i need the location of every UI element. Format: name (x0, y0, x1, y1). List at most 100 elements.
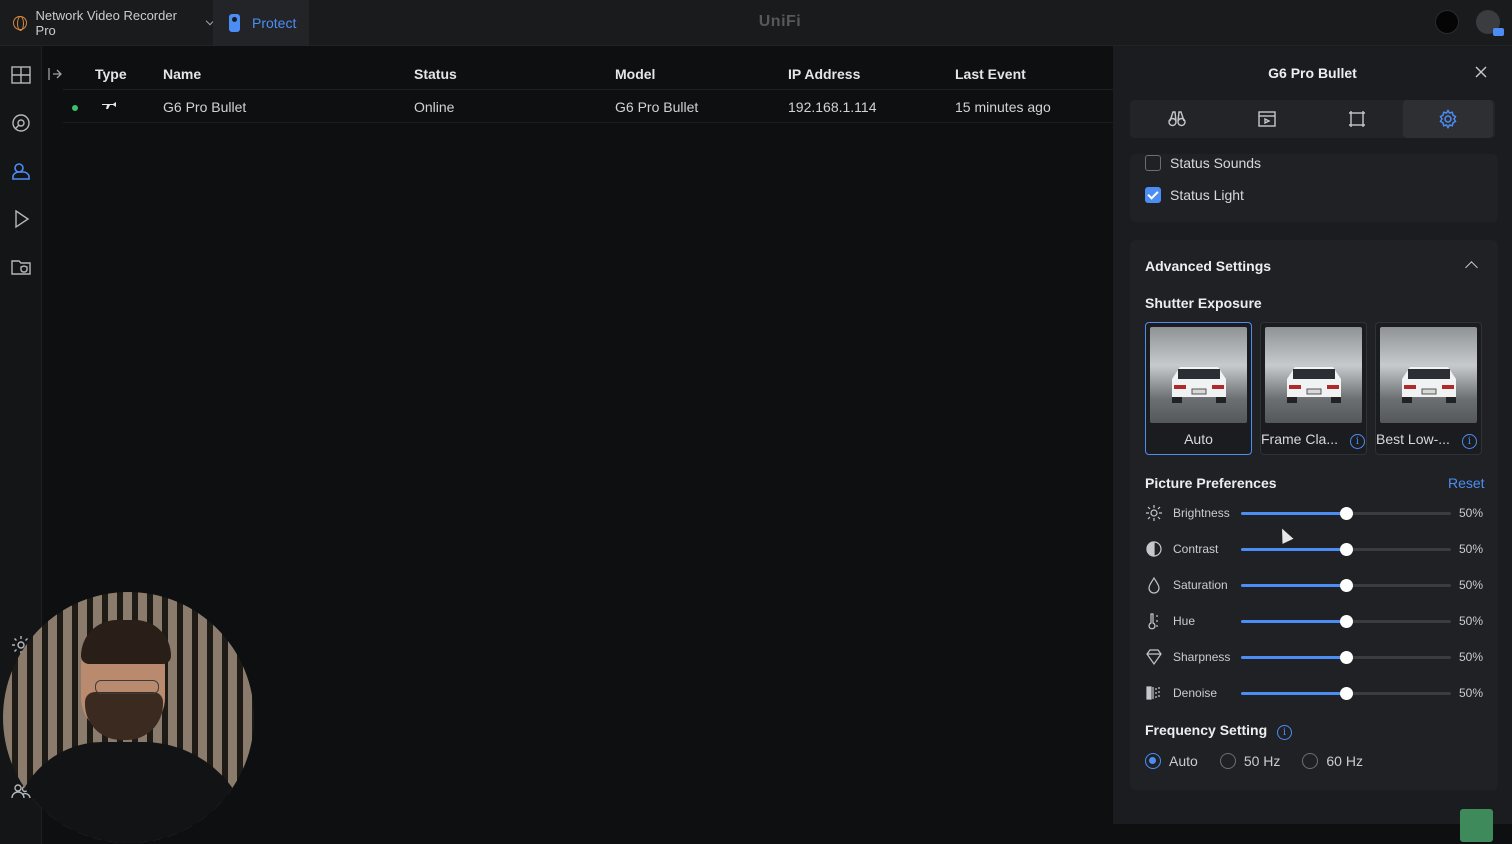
status-light-label: Status Light (1170, 187, 1244, 203)
saturation-icon (1145, 576, 1163, 594)
slider-handle[interactable] (1340, 543, 1353, 556)
badge-icon (1493, 28, 1504, 36)
top-bar: Network Video Recorder Pro Protect UniFi (0, 0, 1512, 46)
frame-icon (1349, 111, 1365, 127)
frequency-50hz-option[interactable]: 50 Hz (1219, 753, 1281, 769)
slider-label: Brightness (1173, 506, 1230, 520)
info-icon[interactable]: i (1461, 434, 1477, 449)
table-row[interactable]: G6 Pro Bullet Online G6 Pro Bullet 192.1… (63, 91, 1113, 123)
collapse-sidebar-icon[interactable] (47, 66, 63, 82)
slider-fill (1241, 584, 1346, 587)
status-sounds-option[interactable]: Status Sounds (1145, 155, 1261, 171)
frame-clarity-text: Frame Cla... (1261, 431, 1339, 447)
app-switcher[interactable]: Network Video Recorder Pro (0, 0, 215, 46)
slider-track[interactable] (1241, 507, 1451, 520)
frequency-50hz-label: 50 Hz (1243, 753, 1281, 769)
presenter-body (13, 742, 253, 843)
shutter-option-frame-clarity[interactable]: Frame Cla... i (1260, 322, 1367, 455)
device-settings-panel: G6 Pro Bullet Status Sounds Status Light… (1113, 46, 1512, 824)
gear-icon (1439, 109, 1457, 129)
slider-track[interactable] (1241, 543, 1451, 556)
presenter-glasses (95, 680, 159, 694)
slider-handle[interactable] (1340, 687, 1353, 700)
slider-handle[interactable] (1340, 579, 1353, 592)
hue-icon (1145, 612, 1163, 630)
slider-value: 50% (1459, 614, 1484, 628)
tab-recordings[interactable] (1222, 100, 1312, 138)
header-type[interactable]: Type (95, 66, 127, 82)
app-switcher-label: Network Video Recorder Pro (35, 8, 177, 38)
shutter-option-best-low-light-label: Best Low-... i (1376, 431, 1481, 449)
header-ip[interactable]: IP Address (788, 66, 860, 82)
slider-fill (1241, 656, 1346, 659)
close-icon[interactable] (1474, 65, 1488, 79)
slider-track[interactable] (1241, 579, 1451, 592)
frequency-60hz-label: 60 Hz (1326, 753, 1363, 769)
best-low-light-text: Best Low-... (1376, 431, 1450, 447)
car-thumbnail (1150, 327, 1247, 423)
advanced-settings-title[interactable]: Advanced Settings (1145, 258, 1271, 274)
bullet-camera-icon (100, 99, 118, 111)
slider-handle[interactable] (1340, 615, 1353, 628)
slider-value: 50% (1459, 542, 1484, 556)
status-sounds-checkbox[interactable] (1145, 155, 1161, 171)
status-light-checkbox[interactable] (1145, 187, 1161, 203)
info-icon[interactable]: i (1277, 725, 1293, 740)
console-avatar[interactable] (1435, 10, 1459, 34)
slider-contrast: Contrast 50% (1145, 538, 1485, 560)
alarm-manager-icon[interactable] (10, 112, 32, 134)
shutter-option-auto[interactable]: Auto (1145, 322, 1252, 455)
webcam-overlay (3, 592, 254, 843)
globe-icon (13, 16, 27, 31)
header-status[interactable]: Status (414, 66, 457, 82)
tab-zones[interactable] (1312, 100, 1402, 138)
header-last-event[interactable]: Last Event (955, 66, 1026, 82)
slider-sharpness: Sharpness 50% (1145, 646, 1485, 668)
slider-handle[interactable] (1340, 651, 1353, 664)
devices-icon[interactable] (10, 160, 32, 182)
frequency-60hz-option[interactable]: 60 Hz (1302, 753, 1363, 769)
presenter-hair (81, 620, 171, 664)
frequency-auto-label: Auto (1169, 753, 1198, 769)
slider-track[interactable] (1241, 687, 1451, 700)
slider-label: Sharpness (1173, 650, 1231, 664)
slider-handle[interactable] (1340, 507, 1353, 520)
play-icon[interactable] (10, 208, 32, 230)
frequency-60hz-radio[interactable] (1302, 753, 1319, 769)
chat-widget-button[interactable] (1460, 809, 1493, 842)
frequency-options: Auto 50 Hz 60 Hz (1145, 753, 1377, 769)
cell-ip: 192.168.1.114 (788, 99, 877, 115)
shutter-exposure-title: Shutter Exposure (1145, 295, 1262, 311)
frequency-auto-option[interactable]: Auto (1145, 753, 1198, 769)
brand-logo: UniFi (758, 13, 802, 30)
protect-icon (229, 14, 240, 32)
slider-track[interactable] (1241, 651, 1451, 664)
slider-fill (1241, 512, 1346, 515)
contrast-icon (1145, 540, 1163, 558)
cell-name: G6 Pro Bullet (163, 99, 247, 115)
chevron-up-icon[interactable] (1465, 261, 1478, 274)
slider-track[interactable] (1241, 615, 1451, 628)
folder-shield-icon[interactable] (10, 256, 32, 278)
header-model[interactable]: Model (615, 66, 655, 82)
presenter-beard (85, 692, 163, 740)
reset-link[interactable]: Reset (1448, 475, 1485, 491)
tab-settings[interactable] (1403, 100, 1493, 138)
frequency-50hz-radio[interactable] (1219, 753, 1236, 769)
dashboard-icon[interactable] (10, 64, 32, 86)
frequency-title-text: Frequency Setting (1145, 722, 1268, 738)
info-icon[interactable]: i (1349, 434, 1365, 449)
tab-protect[interactable]: Protect (213, 0, 309, 46)
user-avatar[interactable] (1476, 10, 1504, 36)
slider-value: 50% (1459, 686, 1484, 700)
slider-saturation: Saturation 50% (1145, 574, 1485, 596)
slider-label: Saturation (1173, 578, 1228, 592)
panel-title: G6 Pro Bullet (1268, 65, 1357, 81)
slider-brightness: Brightness 50% (1145, 502, 1485, 524)
frequency-auto-radio[interactable] (1145, 753, 1161, 769)
shutter-option-best-low-light[interactable]: Best Low-... i (1375, 322, 1482, 455)
status-light-option[interactable]: Status Light (1145, 187, 1244, 203)
header-name[interactable]: Name (163, 66, 201, 82)
slider-label: Contrast (1173, 542, 1219, 556)
tab-overview[interactable] (1132, 100, 1222, 138)
